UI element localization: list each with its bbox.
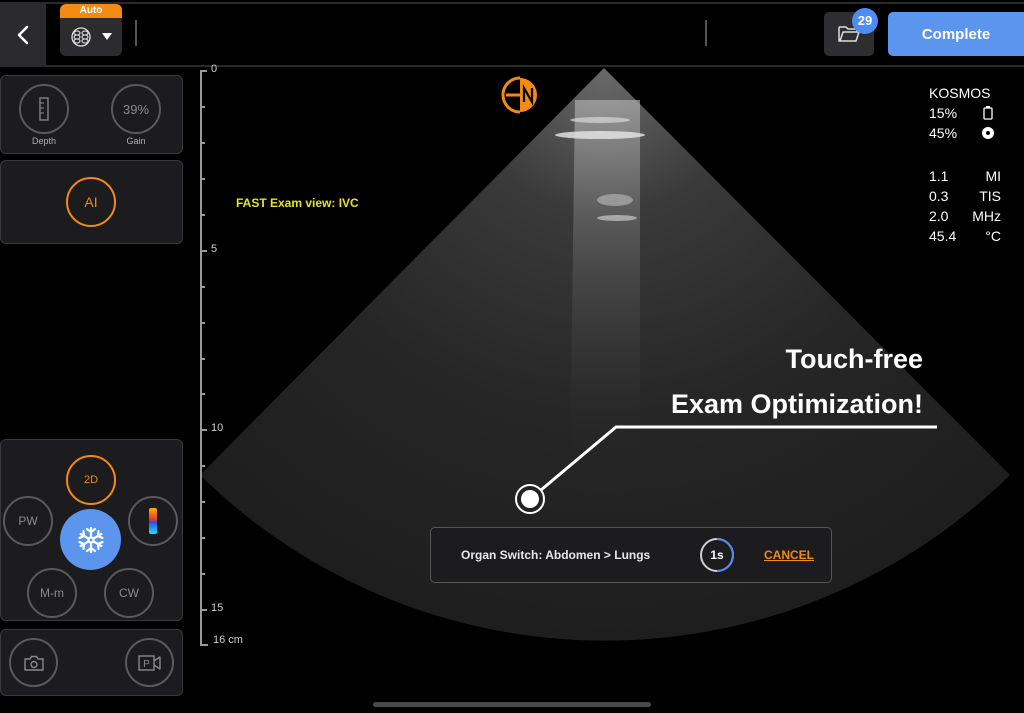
promo-headline: Touch-free Exam Optimization! [600,337,923,427]
depth-tick [200,105,205,108]
organ-switch-toast: Organ Switch: Abdomen > Lungs 1s CANCEL [430,527,832,583]
depth-tick [200,213,205,216]
depth-tick [200,70,207,72]
depth-tick [200,285,205,288]
depth-tick [200,141,205,144]
battery-icon [983,106,993,120]
promo-line-2: Exam Optimization! [670,389,923,419]
echo-line [597,215,637,221]
depth-tick-label: 15 [211,602,224,615]
probe-level: 45% [929,125,958,141]
depth-tick [200,177,205,180]
battery-level: 15% [929,105,958,121]
home-indicator[interactable] [373,702,651,707]
depth-unit-label: 16 cm [213,634,243,646]
depth-tick [200,465,205,468]
depth-tick [200,393,205,396]
param-row: 45.4 °C [929,228,1001,244]
promo-line-1: Touch-free [785,344,923,374]
param-row: 1.1 MI [929,168,1001,184]
echo-line [570,117,630,123]
device-name: KOSMOS [929,85,991,101]
param-row: 0.3 TIS [929,188,1001,204]
depth-tick [200,429,207,432]
depth-tick-label: 10 [211,422,224,435]
param-row: 2.0 MHz [929,208,1001,224]
depth-tick [200,609,207,612]
depth-tick [200,249,207,252]
probe-charge-icon [982,127,994,139]
organ-switch-message: Organ Switch: Abdomen > Lungs [461,548,651,562]
depth-tick [200,501,205,504]
echo-line [555,131,645,139]
device-info: KOSMOS 15% 45% [929,83,999,143]
depth-tick [200,573,205,576]
depth-tick [200,357,205,360]
depth-tick [200,537,205,540]
depth-tick-label: 5 [211,242,218,255]
acoustic-params: 1.1 MI 0.3 TIS 2.0 MHz 45.4 °C [929,166,1001,246]
cancel-button[interactable]: CANCEL [764,548,814,562]
echo-line [597,194,633,206]
exam-view-label: FAST Exam view: IVC [236,196,359,210]
depth-scale-end-tick [200,644,208,646]
depth-tick [200,321,205,324]
countdown-text: 1s [710,548,724,562]
depth-tick-label: 0 [211,63,218,75]
en-logo-icon [501,76,537,114]
